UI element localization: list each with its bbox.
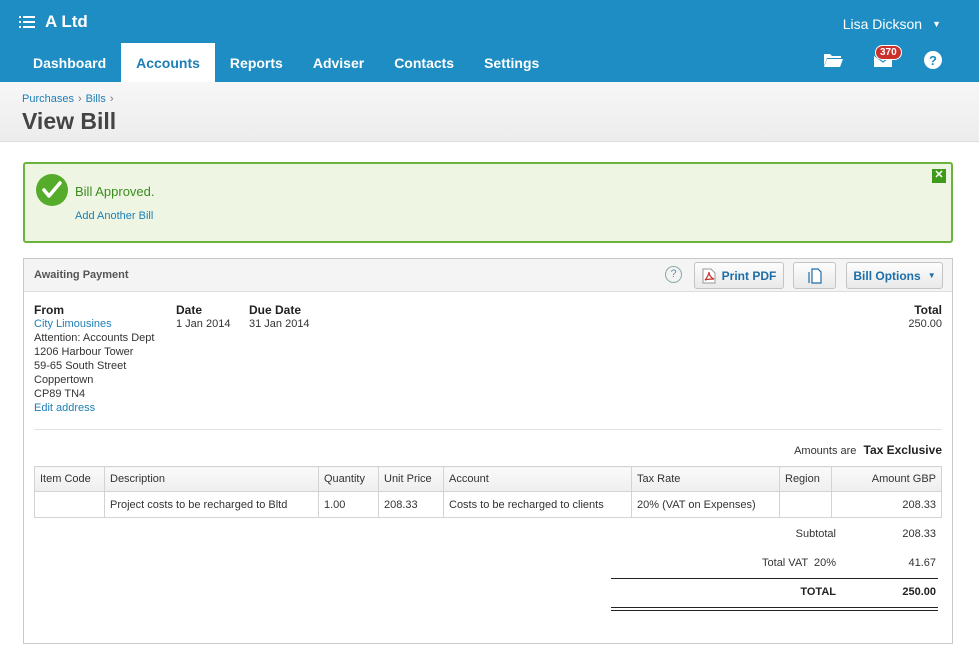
- due-date: 31 Jan 2014: [249, 318, 310, 330]
- tab-accounts[interactable]: Accounts: [121, 43, 215, 82]
- success-notice: Bill Approved. Add Another Bill ✕: [23, 162, 953, 243]
- vat-label: Total VAT 20%: [762, 557, 836, 569]
- cell-description: Project costs to be recharged to Bltd: [104, 491, 319, 518]
- inbox-count-badge: 370: [875, 45, 902, 60]
- amounts-are-value: Tax Exclusive: [863, 443, 943, 457]
- main-nav: Dashboard Accounts Reports Adviser Conta…: [18, 43, 554, 82]
- help-icon[interactable]: ?: [665, 266, 682, 283]
- pdf-icon: [702, 268, 716, 283]
- due-date-label: Due Date: [249, 303, 302, 317]
- org-name: A Ltd: [45, 12, 88, 31]
- cell-unit-price: 208.33: [378, 491, 444, 518]
- line-items-table: Item Code Description Quantity Unit Pric…: [34, 466, 942, 518]
- cell-region: [779, 491, 832, 518]
- column-header-description: Description: [104, 466, 319, 492]
- tab-contacts[interactable]: Contacts: [379, 43, 469, 82]
- bill-options-label: Bill Options: [853, 268, 921, 283]
- column-header-account: Account: [443, 466, 632, 492]
- print-pdf-button[interactable]: Print PDF: [694, 262, 784, 289]
- checkmark-icon: [36, 174, 68, 206]
- breadcrumb-separator: ›: [109, 93, 114, 105]
- total-divider: [611, 607, 938, 608]
- title-bar: Purchases › Bills › View Bill: [0, 82, 979, 142]
- tab-reports[interactable]: Reports: [215, 43, 298, 82]
- total-divider: [611, 610, 938, 611]
- column-header-region: Region: [779, 466, 832, 492]
- address-line: 59-65 South Street: [34, 360, 127, 372]
- subtotal-value: 208.33: [902, 528, 936, 540]
- breadcrumb-separator: ›: [77, 93, 82, 105]
- bill-options-button[interactable]: Bill Options ▼: [846, 262, 943, 289]
- cell-amount: 208.33: [831, 491, 942, 518]
- files-button[interactable]: [823, 50, 843, 70]
- address-line: CP89 TN4: [34, 388, 86, 400]
- subtotal-label: Subtotal: [795, 528, 836, 540]
- from-label: From: [34, 303, 64, 317]
- supplier-address: City Limousines Attention: Accounts Dept…: [34, 317, 154, 415]
- chevron-down-icon: ▼: [927, 271, 936, 280]
- column-header-quantity: Quantity: [318, 466, 379, 492]
- copy-button[interactable]: [793, 262, 836, 289]
- tab-dashboard[interactable]: Dashboard: [18, 43, 121, 82]
- table-header-row: Item Code Description Quantity Unit Pric…: [34, 466, 942, 492]
- menu-icon: [19, 16, 35, 28]
- column-header-amount: Amount GBP: [831, 466, 942, 492]
- tab-settings[interactable]: Settings: [469, 43, 554, 82]
- breadcrumb-bills[interactable]: Bills: [86, 93, 106, 105]
- bill-date: 1 Jan 2014: [176, 318, 231, 330]
- address-line: Attention: Accounts Dept: [34, 332, 155, 344]
- bill-status: Awaiting Payment: [34, 269, 129, 281]
- cell-item-code: [34, 491, 105, 518]
- notice-message: Bill Approved.: [75, 184, 155, 199]
- chevron-down-icon: ▼: [932, 19, 941, 29]
- amounts-are-label: Amounts are: [794, 445, 857, 457]
- table-row: Project costs to be recharged to Bltd 1.…: [34, 491, 942, 518]
- total-divider: [611, 578, 938, 579]
- help-button[interactable]: ?: [923, 50, 943, 70]
- cell-quantity: 1.00: [318, 491, 379, 518]
- date-label: Date: [176, 303, 203, 317]
- grand-total-value: 250.00: [902, 586, 936, 598]
- top-header: A Ltd Lisa Dickson ▼ Dashboard Accounts …: [0, 0, 979, 82]
- address-line: Coppertown: [34, 374, 94, 386]
- user-name: Lisa Dickson: [842, 16, 923, 32]
- org-switcher[interactable]: A Ltd: [19, 12, 88, 32]
- bill-total: 250.00: [908, 318, 942, 330]
- print-pdf-label: Print PDF: [721, 268, 777, 283]
- inbox-button[interactable]: 370: [873, 45, 902, 70]
- grand-total-label: TOTAL: [800, 586, 836, 598]
- vat-value: 41.67: [908, 557, 936, 569]
- folder-icon: [824, 54, 843, 67]
- total-label: Total: [914, 303, 942, 317]
- user-menu[interactable]: Lisa Dickson ▼: [843, 16, 941, 32]
- page-title: View Bill: [22, 108, 117, 134]
- column-header-tax-rate: Tax Rate: [631, 466, 780, 492]
- tab-adviser[interactable]: Adviser: [298, 43, 379, 82]
- supplier-name-link[interactable]: City Limousines: [34, 317, 154, 331]
- column-header-unit-price: Unit Price: [378, 466, 444, 492]
- add-another-bill-link[interactable]: Add Another Bill: [75, 210, 153, 222]
- cell-account: Costs to be recharged to clients: [443, 491, 632, 518]
- copy-icon: [807, 267, 822, 284]
- amounts-are-setting: Amounts are Tax Exclusive: [794, 443, 942, 457]
- bill-toolbar: Awaiting Payment ? Print PDF Bill Option…: [24, 259, 952, 292]
- address-line: 1206 Harbour Tower: [34, 346, 134, 358]
- edit-address-link[interactable]: Edit address: [34, 401, 154, 415]
- help-icon: ?: [924, 51, 942, 69]
- header-tools: 370 ?: [793, 45, 943, 70]
- column-header-item-code: Item Code: [34, 466, 105, 492]
- breadcrumb: Purchases › Bills ›: [22, 93, 118, 105]
- breadcrumb-purchases[interactable]: Purchases: [22, 93, 74, 105]
- bill-panel: Awaiting Payment ? Print PDF Bill Option…: [23, 258, 953, 644]
- cell-tax-rate: 20% (VAT on Expenses): [631, 491, 780, 518]
- close-icon[interactable]: ✕: [932, 169, 946, 183]
- divider: [34, 429, 942, 430]
